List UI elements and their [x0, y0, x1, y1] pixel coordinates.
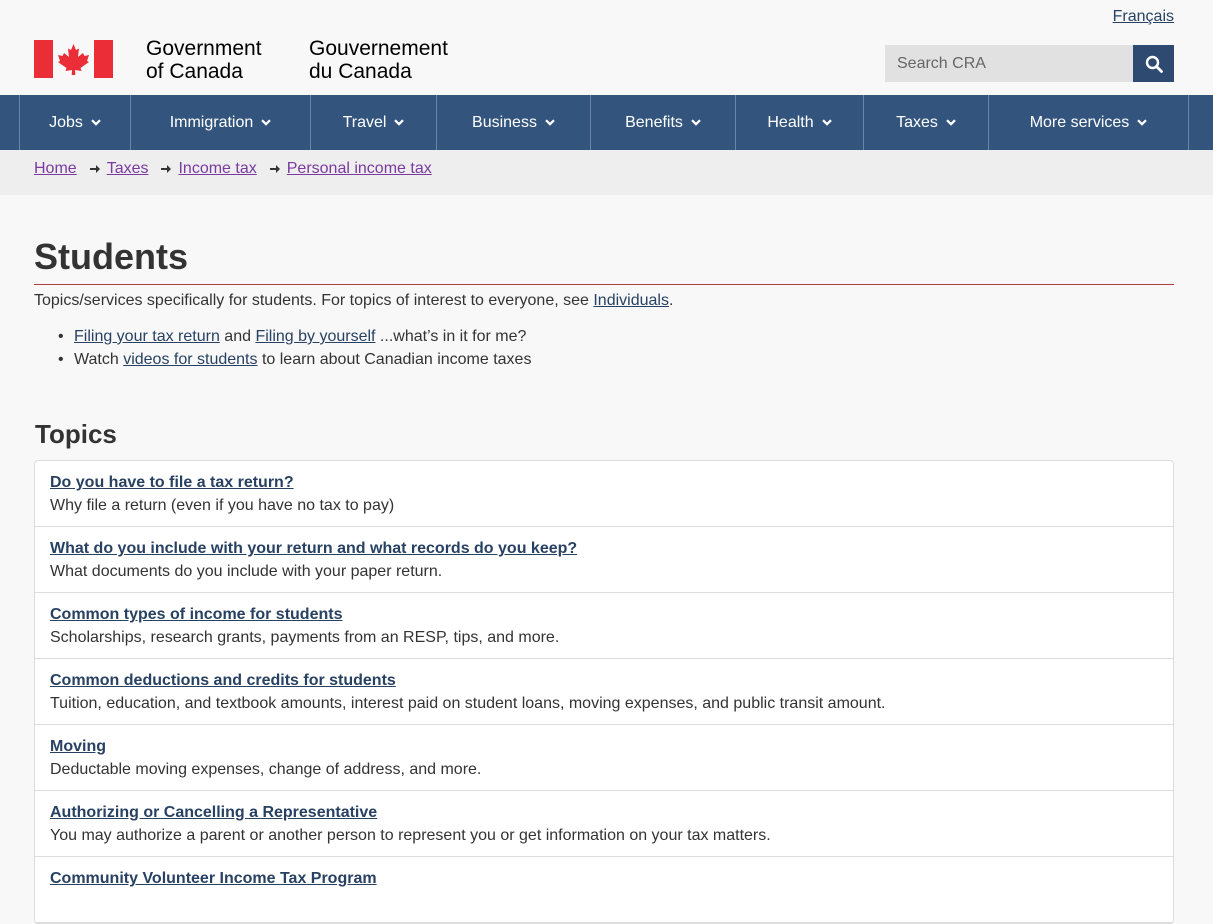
intro-end: .: [668, 292, 674, 309]
intro-text: Topics/services specifically for student…: [34, 292, 594, 309]
signature-fr-line2: du Canada: [309, 60, 412, 83]
topic-link[interactable]: Do you have to file a tax return?: [50, 473, 1158, 493]
arrow-right-icon: [269, 165, 280, 173]
chevron-down-icon: [261, 119, 272, 126]
list-item: What do you include with your return and…: [35, 527, 1173, 593]
bullet2-rest: to learn about Canadian income taxes: [257, 351, 532, 368]
list-item: Community Volunteer Income Tax Program: [35, 857, 1173, 923]
site-header: Government of Canada Gouvernement du Can…: [0, 0, 1213, 95]
topic-description: Tuition, education, and textbook amounts…: [50, 695, 886, 712]
intro-list: Filing your tax return and Filing by you…: [34, 325, 531, 371]
topics-list: Do you have to file a tax return? Why fil…: [34, 460, 1174, 924]
nav-item-label: Travel: [342, 113, 387, 131]
nav-item-health[interactable]: Health: [735, 95, 863, 150]
breadcrumb-link-personal-income-tax[interactable]: Personal income tax: [287, 160, 432, 178]
topic-link[interactable]: Community Volunteer Income Tax Program: [50, 869, 1158, 889]
signature-french[interactable]: Gouvernement du Canada: [309, 37, 448, 83]
breadcrumb: Home Taxes Income tax Personal income tax: [0, 150, 1213, 195]
chevron-down-icon: [946, 119, 956, 126]
bullet1-rest: ...what’s in it for me?: [375, 328, 527, 345]
chevron-down-icon: [691, 119, 701, 126]
topic-link[interactable]: Common types of income for students: [50, 605, 1158, 625]
topic-link[interactable]: Moving: [50, 737, 1158, 757]
nav-item-more-services[interactable]: More services: [988, 95, 1189, 150]
nav-item-immigration[interactable]: Immigration: [130, 95, 310, 150]
signature-english[interactable]: Government of Canada: [146, 37, 262, 83]
bullet2-pre: Watch: [74, 351, 124, 368]
chevron-down-icon: [821, 119, 832, 126]
nav-item-label: More services: [1029, 113, 1130, 131]
chevron-down-icon: [545, 119, 555, 126]
list-item: Moving Deductable moving expenses, change…: [35, 725, 1173, 791]
topic-description: Why file a return (even if you have no t…: [50, 497, 395, 514]
nav-item-label: Immigration: [169, 113, 254, 131]
arrow-right-icon: [161, 165, 172, 173]
breadcrumb-link-income-tax[interactable]: Income tax: [178, 160, 256, 178]
chevron-down-icon: [1137, 119, 1148, 126]
nav-item-label: Business: [472, 113, 537, 131]
list-item: Common deductions and credits for studen…: [35, 659, 1173, 725]
list-item: Do you have to file a tax return? Why fil…: [35, 461, 1173, 527]
nav-item-travel[interactable]: Travel: [310, 95, 436, 150]
signature-fr-line1: Gouvernement: [309, 37, 448, 60]
nav-item-benefits[interactable]: Benefits: [590, 95, 735, 150]
bullet1-and: and: [219, 328, 256, 345]
topic-link[interactable]: What do you include with your return and…: [50, 539, 1158, 559]
chevron-down-icon: [91, 119, 101, 126]
page-title: Students: [34, 235, 1174, 285]
breadcrumb-link-home[interactable]: Home: [34, 160, 77, 178]
topic-description: You may authorize a parent or another pe…: [50, 827, 771, 844]
nav-item-business[interactable]: Business: [436, 95, 590, 150]
nav-item-label: Health: [767, 113, 814, 131]
list-item: Filing your tax return and Filing by you…: [34, 325, 531, 348]
search-form: [885, 45, 1174, 82]
topic-description: Scholarships, research grants, payments …: [50, 629, 560, 646]
nav-item-taxes[interactable]: Taxes: [863, 95, 988, 150]
search-icon: [1145, 55, 1163, 73]
nav-item-jobs[interactable]: Jobs: [19, 95, 130, 150]
signature-en-line1: Government: [146, 37, 262, 60]
intro-paragraph: Topics/services specifically for student…: [34, 292, 673, 310]
search-input[interactable]: [885, 45, 1133, 82]
individuals-link[interactable]: Individuals: [593, 292, 669, 309]
list-item: Watch videos for students to learn about…: [34, 348, 531, 371]
videos-for-students-link[interactable]: videos for students: [123, 351, 257, 368]
breadcrumb-link-taxes[interactable]: Taxes: [107, 160, 149, 178]
chevron-down-icon: [394, 119, 405, 126]
topics-heading: Topics: [35, 419, 117, 449]
signature-en-line2: of Canada: [146, 60, 243, 83]
nav-item-label: Jobs: [49, 113, 83, 131]
search-button[interactable]: [1133, 45, 1174, 82]
filing-your-tax-return-link[interactable]: Filing your tax return: [74, 328, 220, 345]
nav-item-label: Benefits: [625, 113, 683, 131]
main-menu: Jobs Immigration Travel Business Benefits Hea…: [0, 95, 1213, 150]
filing-by-yourself-link[interactable]: Filing by yourself: [255, 328, 375, 345]
arrow-right-icon: [89, 165, 100, 173]
canada-flag-icon[interactable]: [34, 40, 113, 78]
list-item: Common types of income for students Schol…: [35, 593, 1173, 659]
nav-item-label: Taxes: [896, 113, 938, 131]
topic-description: Deductable moving expenses, change of ad…: [50, 761, 482, 778]
topic-description: What documents do you include with your …: [50, 563, 443, 580]
topic-link[interactable]: Common deductions and credits for studen…: [50, 671, 1158, 691]
list-item: Authorizing or Cancelling a Representati…: [35, 791, 1173, 857]
language-toggle-link[interactable]: Français: [1113, 8, 1174, 26]
topic-link[interactable]: Authorizing or Cancelling a Representati…: [50, 803, 1158, 823]
